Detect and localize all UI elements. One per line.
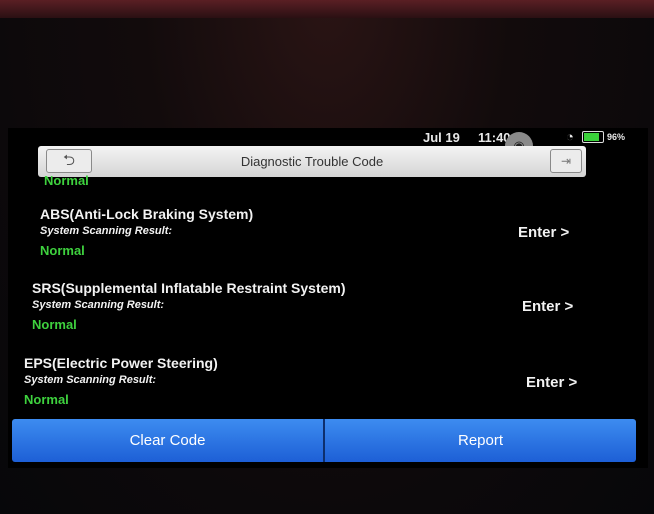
battery-percent: 96% [607,132,626,142]
wifi-icon: ◔ [566,129,574,144]
bezel [0,0,654,18]
page-title: Diagnostic Trouble Code [240,154,384,169]
status-date: Jul 19 [423,130,460,145]
system-scan-result: Normal [24,392,69,407]
system-name: SRS(Supplemental Inflatable Restraint Sy… [32,280,346,296]
system-name: EPS(Electric Power Steering) [24,355,218,371]
enter-button-eps[interactable]: Enter > [526,374,577,391]
device-frame: Jul 19 11:40 ◔ 96% ◉ ⮌ Diagnostic Troubl… [0,0,654,514]
report-button[interactable]: Report [325,419,636,462]
enter-button-abs[interactable]: Enter > [518,224,569,241]
exit-icon: ⇥ [560,154,572,168]
title-bar: ⮌ Diagnostic Trouble Code ⇥ [38,146,586,177]
clear-code-button[interactable]: Clear Code [12,419,323,462]
list-item-srs: SRS(Supplemental Inflatable Restraint Sy… [32,280,346,332]
system-scan-label: System Scanning Result: [32,299,165,311]
status-bar: Jul 19 11:40 ◔ 96% [30,128,630,146]
enter-button-srs[interactable]: Enter > [522,298,573,315]
system-name: ABS(Anti-Lock Braking System) [40,206,254,222]
action-bar: Clear Code Report [12,419,636,462]
scan-result-partial: Normal [44,173,89,188]
system-scan-label: System Scanning Result: [40,225,173,237]
list-item-abs: ABS(Anti-Lock Braking System) System Sca… [40,206,253,258]
system-scan-result: Normal [32,317,77,332]
battery-icon [582,131,604,143]
battery-fill [584,133,600,141]
system-scan-label: System Scanning Result: [24,374,157,386]
system-scan-result: Normal [40,243,85,258]
list-item-eps: EPS(Electric Power Steering) System Scan… [24,355,218,407]
exit-button[interactable]: ⇥ [550,149,582,173]
